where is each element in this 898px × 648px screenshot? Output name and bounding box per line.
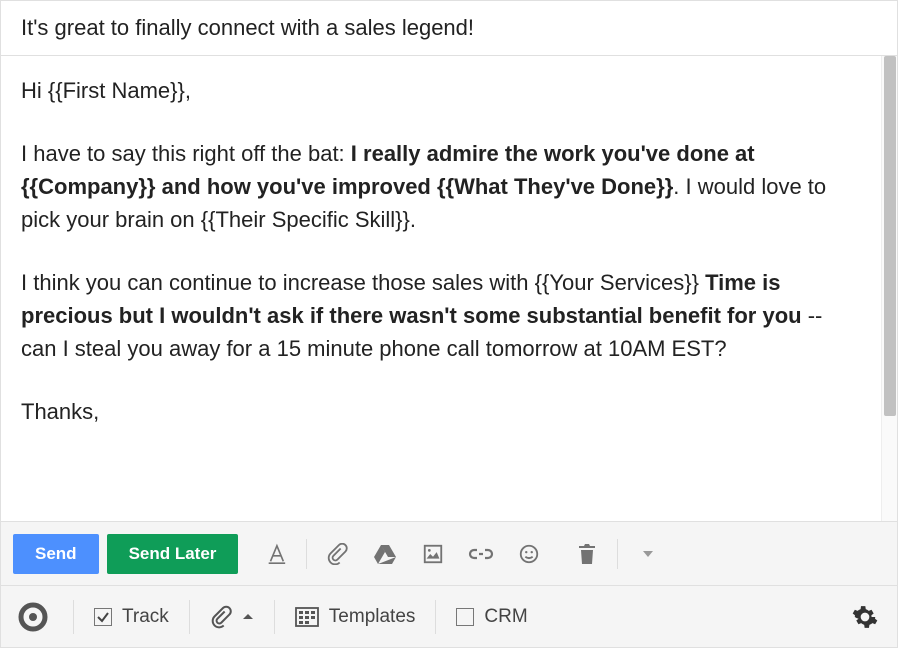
subject-field[interactable]: It's great to finally connect with a sal… [1,1,897,56]
separator [274,600,275,634]
body-text: . [673,174,685,199]
settings-icon[interactable] [845,597,885,637]
compose-toolbar: Send Send Later [1,521,897,585]
subject-text: It's great to finally connect with a sal… [21,15,474,40]
attach-icon[interactable] [317,534,357,574]
discard-icon[interactable] [567,534,607,574]
crm-toggle[interactable]: CRM [456,606,527,628]
separator [73,600,74,634]
body-bold: I really admire the work you've done at [351,141,755,166]
scrollbar[interactable] [881,56,897,521]
body-area: Hi {{First Name}}, I have to say this ri… [1,56,897,521]
track-label: Track [122,606,169,628]
drive-icon[interactable] [365,534,405,574]
send-button[interactable]: Send [13,534,99,574]
body-text: . [410,207,416,232]
body-text: I have to say this right off the bat: [21,141,351,166]
separator [617,539,618,569]
templates-icon [295,607,319,627]
separator [435,600,436,634]
send-later-label: Send Later [129,544,217,563]
brand-icon[interactable] [13,597,53,637]
crm-label: CRM [484,606,527,628]
paperclip-icon [210,605,232,629]
body-text: I think you can continue to increase tho… [21,270,535,295]
formatting-icon[interactable] [256,534,296,574]
templates-label: Templates [329,606,416,628]
extension-toolbar: Track Templates CRM [1,585,897,647]
body-text: Thanks, [21,399,99,424]
send-later-button[interactable]: Send Later [107,534,239,574]
track-toggle[interactable]: Track [94,606,169,628]
merge-token: {{Their Specific Skill}} [201,207,410,232]
merge-token: {{Company}} [21,174,155,199]
compose-window: It's great to finally connect with a sal… [0,0,898,648]
separator [306,539,307,569]
crm-checkbox[interactable] [456,608,474,626]
merge-token: {{What They've Done}} [437,174,673,199]
emoji-icon[interactable] [509,534,549,574]
send-label: Send [35,544,77,563]
link-icon[interactable] [461,534,501,574]
insert-photo-icon[interactable] [413,534,453,574]
body-bold: and how you've improved [155,174,437,199]
body-text: , [185,78,191,103]
merge-token: {{Your Services}} [535,270,699,295]
more-options-icon[interactable] [628,534,668,574]
body-text: Hi [21,78,48,103]
separator [189,600,190,634]
chevron-up-icon [242,611,254,623]
attachments-menu[interactable] [210,605,254,629]
email-body[interactable]: Hi {{First Name}}, I have to say this ri… [1,56,881,521]
scrollbar-thumb[interactable] [884,56,896,416]
merge-token: {{First Name}} [48,78,185,103]
track-checkbox[interactable] [94,608,112,626]
templates-button[interactable]: Templates [295,606,416,628]
